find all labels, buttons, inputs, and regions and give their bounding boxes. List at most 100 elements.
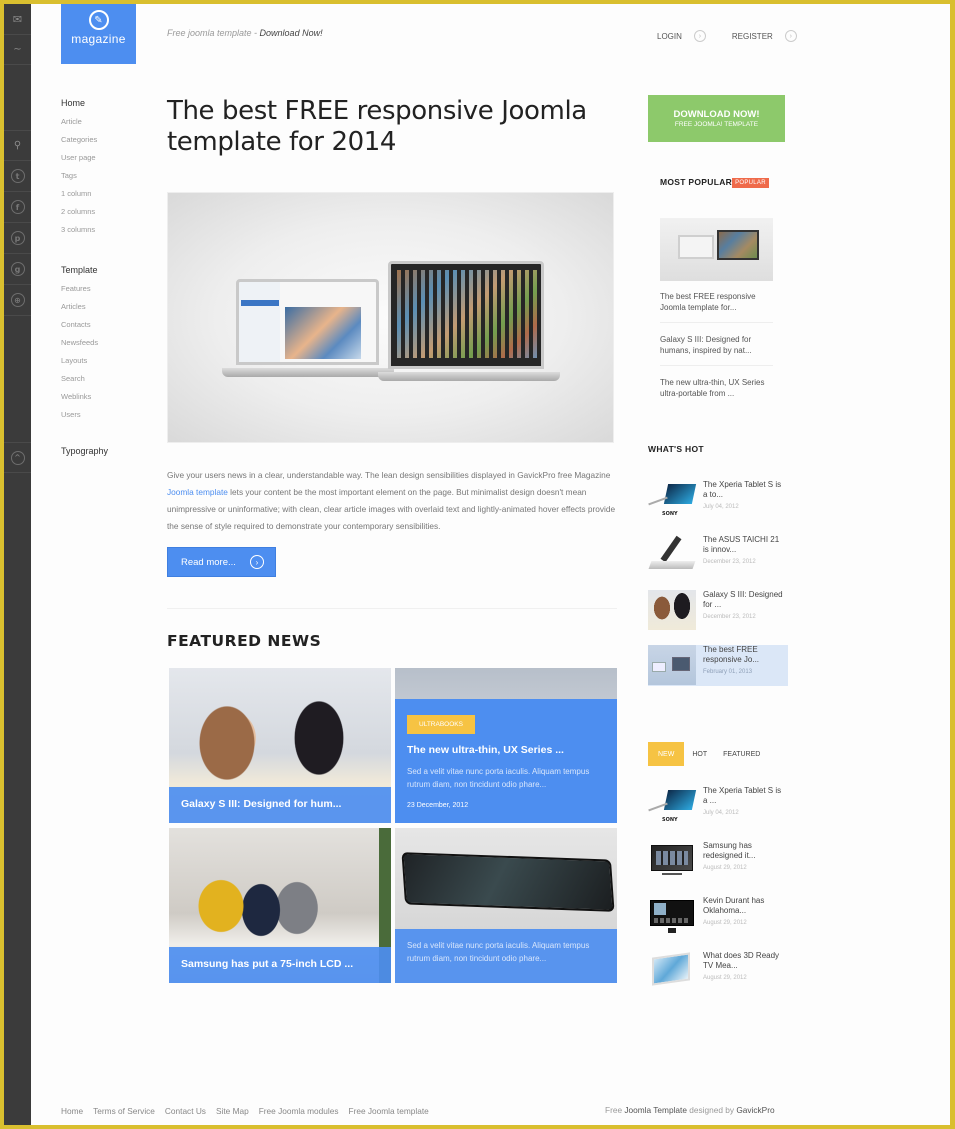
credit-prefix: Free [605, 1105, 625, 1115]
google-plus-icon[interactable]: g [4, 254, 31, 285]
search-icon[interactable]: ⚲ [4, 130, 31, 161]
footer-link-terms[interactable]: Terms of Service [93, 1106, 155, 1116]
menu-item-1-column[interactable]: 1 column [61, 189, 161, 207]
news-item[interactable]: SONY The Xperia Tablet S is a ... July 0… [648, 786, 788, 841]
3d-tv-thumbnail [648, 951, 696, 991]
menu-item-article[interactable]: Article [61, 117, 161, 135]
pinterest-icon[interactable]: p [4, 223, 31, 254]
menu-item-user-page[interactable]: User page [61, 153, 161, 171]
menu-item-3-columns[interactable]: 3 columns [61, 225, 161, 243]
tile-caption: ULTRABOOKS The new ultra-thin, UX Series… [395, 699, 617, 823]
news-item-title[interactable]: Kevin Durant has Oklahoma... [703, 896, 785, 916]
credit-gavickpro-link[interactable]: GavickPro [736, 1105, 774, 1115]
credit-joomla-link[interactable]: Joomla Template [624, 1105, 687, 1115]
login-label: LOGIN [657, 31, 682, 41]
section-divider [167, 608, 617, 609]
download-now-link[interactable]: Download Now! [260, 28, 323, 38]
user-nav: LOGIN › REGISTER › [657, 30, 823, 42]
menu-item-home[interactable]: Home [61, 98, 161, 108]
read-more-button[interactable]: Read more... › [167, 547, 276, 577]
tab-new[interactable]: NEW [648, 742, 685, 766]
news-item-title[interactable]: What does 3D Ready TV Mea... [703, 951, 785, 971]
featured-tile[interactable]: Galaxy S III: Designed for hum... [169, 668, 391, 823]
tab-featured[interactable]: FEATURED [715, 742, 768, 766]
news-item-title[interactable]: Samsung has redesigned it... [703, 841, 785, 861]
hot-item-title[interactable]: The Xperia Tablet S is a to... [703, 480, 785, 500]
register-label: REGISTER [731, 31, 773, 41]
hot-item[interactable]: The best FREE responsive Jo... February … [648, 645, 788, 686]
featured-tile[interactable]: Sed a velit vitae nunc porta iaculis. Al… [395, 828, 617, 983]
chevron-right-icon: › [249, 555, 264, 569]
hot-item-title[interactable]: The best FREE responsive Jo... [703, 645, 785, 665]
hot-item-title[interactable]: Galaxy S III: Designed for ... [703, 590, 785, 610]
tile-title[interactable]: Samsung has put a 75-inch LCD ... [181, 958, 379, 970]
joomla-template-link[interactable]: Joomla template [167, 487, 228, 497]
footer-link-home[interactable]: Home [61, 1106, 83, 1116]
twitter-icon[interactable]: t [4, 161, 31, 192]
article-title[interactable]: The best FREE responsive Joomla template… [167, 96, 617, 158]
hot-item[interactable]: The ASUS TAICHI 21 is innov... December … [648, 535, 788, 590]
popular-link[interactable]: The new ultra-thin, UX Series ultra-port… [660, 378, 773, 408]
hot-item-date: December 23, 2012 [703, 614, 756, 620]
news-item[interactable]: Samsung has redesigned it... August 29, … [648, 841, 788, 896]
popular-thumbnail[interactable] [660, 218, 773, 281]
menu-item-typography[interactable]: Typography [61, 446, 161, 456]
menu-item-newsfeeds[interactable]: Newsfeeds [61, 338, 161, 356]
menu-item-2-columns[interactable]: 2 columns [61, 207, 161, 225]
footer-link-sitemap[interactable]: Site Map [216, 1106, 249, 1116]
credit-mid: designed by [686, 1105, 737, 1115]
news-item[interactable]: Kevin Durant has Oklahoma... August 29, … [648, 896, 788, 951]
news-item[interactable]: What does 3D Ready TV Mea... August 29, … [648, 951, 788, 1006]
mail-icon[interactable]: ✉ [4, 4, 31, 35]
tile-title[interactable]: Galaxy S III: Designed for hum... [181, 798, 379, 810]
tile-caption: Galaxy S III: Designed for hum... [169, 787, 391, 823]
article-intro: Give your users news in a clear, underst… [167, 467, 617, 535]
asus-taichi-thumbnail [648, 535, 696, 575]
popular-link[interactable]: Galaxy S III: Designed for humans, inspi… [660, 335, 773, 366]
tile-title[interactable]: The new ultra-thin, UX Series ... [407, 744, 605, 756]
category-badge[interactable]: ULTRABOOKS [407, 715, 475, 734]
main-menu: Home Article Categories User page Tags 1… [61, 98, 161, 465]
menu-item-search[interactable]: Search [61, 374, 161, 392]
menu-item-template[interactable]: Template [61, 265, 161, 275]
menu-item-tags[interactable]: Tags [61, 171, 161, 189]
scroll-top-icon[interactable]: ^ [4, 442, 31, 473]
login-link[interactable]: LOGIN › [657, 30, 706, 42]
news-item-title[interactable]: The Xperia Tablet S is a ... [703, 786, 785, 806]
footer-link-template[interactable]: Free Joomla template [349, 1106, 429, 1116]
tile-caption: Samsung has put a 75-inch LCD ... [169, 947, 391, 983]
download-subtitle: FREE JOOMLA! TEMPLATE [674, 121, 759, 128]
menu-item-categories[interactable]: Categories [61, 135, 161, 153]
featured-tile[interactable]: Samsung has put a 75-inch LCD ... [169, 828, 391, 983]
footer-link-modules[interactable]: Free Joomla modules [259, 1106, 339, 1116]
popular-link[interactable]: The best FREE responsive Joomla template… [660, 292, 773, 323]
menu-item-features[interactable]: Features [61, 284, 161, 302]
tab-hot[interactable]: HOT [684, 742, 715, 766]
register-link[interactable]: REGISTER › [732, 30, 797, 42]
menu-item-layouts[interactable]: Layouts [61, 356, 161, 374]
download-now-button[interactable]: DOWNLOAD NOW! FREE JOOMLA! TEMPLATE [648, 95, 785, 142]
globe-icon[interactable]: ⊕ [4, 285, 31, 316]
menu-item-contacts[interactable]: Contacts [61, 320, 161, 338]
tile-description: Sed a velit vitae nunc porta iaculis. Al… [407, 941, 590, 963]
hot-item[interactable]: SONY The Xperia Tablet S is a to... July… [648, 480, 788, 535]
menu-item-weblinks[interactable]: Weblinks [61, 392, 161, 410]
article-hero-image[interactable] [167, 192, 614, 443]
hot-item-title[interactable]: The ASUS TAICHI 21 is innov... [703, 535, 785, 555]
most-popular-heading: MOST POPULAR POPULAR [660, 177, 788, 188]
galaxy-thumbnail [648, 590, 696, 630]
page-frame: ✉ ∼ ⚲ t f p g ⊕ ^ ✎ magazine Free joomla… [4, 4, 950, 1125]
facebook-icon[interactable]: f [4, 192, 31, 223]
featured-tile[interactable]: ULTRABOOKS The new ultra-thin, UX Series… [395, 668, 617, 823]
news-item-date: July 04, 2012 [703, 810, 739, 816]
site-logo[interactable]: ✎ magazine [61, 4, 136, 64]
news-tabs: NEW HOT FEATURED [648, 742, 788, 766]
whats-hot-heading: WHAT'S HOT [648, 444, 704, 454]
hot-item[interactable]: Galaxy S III: Designed for ... December … [648, 590, 788, 645]
menu-item-users[interactable]: Users [61, 410, 161, 428]
rss-icon[interactable]: ∼ [4, 35, 31, 65]
menu-item-articles[interactable]: Articles [61, 302, 161, 320]
hot-item-date: February 01, 2013 [703, 669, 753, 675]
footer-link-contact[interactable]: Contact Us [165, 1106, 206, 1116]
whats-hot-list: SONY The Xperia Tablet S is a to... July… [648, 480, 788, 686]
